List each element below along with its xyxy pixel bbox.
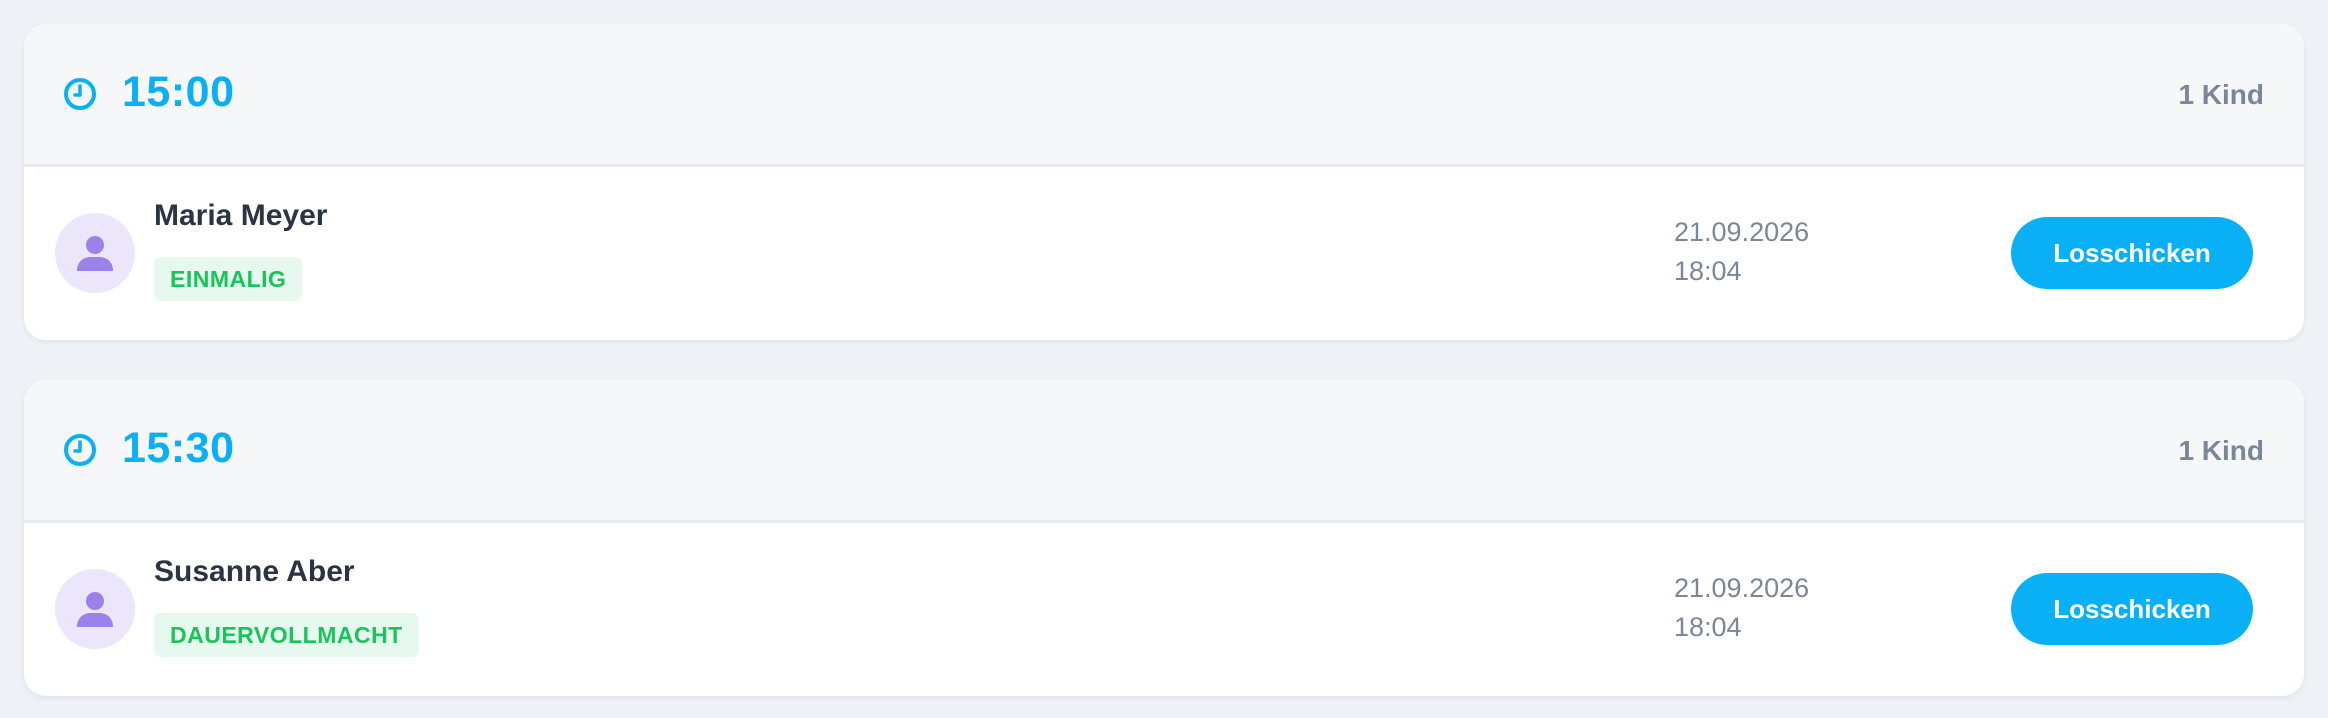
authorization-badge: DAUERVOLLMACHT [154, 613, 419, 657]
clock-icon [64, 434, 96, 466]
child-row: Susanne Aber DAUERVOLLMACHT 21.09.2026 1… [24, 523, 2304, 696]
pickup-schedule: 15:00 1 Kind Maria Meyer EINMALIG 21.09.… [0, 0, 2328, 718]
authorization-badge: EINMALIG [154, 257, 303, 301]
timestamp-time: 18:04 [1674, 256, 1742, 286]
child-name: Maria Meyer [154, 199, 328, 232]
child-name: Susanne Aber [154, 555, 355, 588]
time-slot-card: 15:30 1 Kind Susanne Aber DAUERVOLLMACHT… [24, 380, 2304, 696]
child-row: Maria Meyer EINMALIG 21.09.2026 18:04 Lo… [24, 167, 2304, 340]
timestamp-date: 21.09.2026 [1674, 573, 1810, 603]
clock-icon [64, 78, 96, 110]
timestamp-date: 21.09.2026 [1674, 217, 1810, 247]
time-slot-card: 15:00 1 Kind Maria Meyer EINMALIG 21.09.… [24, 24, 2304, 340]
timestamp-time: 18:04 [1674, 612, 1742, 642]
avatar [55, 569, 135, 649]
slot-time: 15:00 [122, 68, 235, 116]
send-off-button[interactable]: Losschicken [2011, 573, 2253, 645]
avatar [55, 213, 135, 293]
time-slot-header: 15:30 1 Kind [24, 380, 2304, 523]
timestamp: 21.09.2026 18:04 [1674, 569, 1809, 647]
child-count: 1 Kind [2178, 79, 2264, 110]
timestamp: 21.09.2026 18:04 [1674, 213, 1809, 291]
send-off-button[interactable]: Losschicken [2011, 217, 2253, 289]
user-icon [77, 592, 113, 627]
slot-time: 15:30 [122, 424, 235, 472]
child-count: 1 Kind [2178, 435, 2264, 466]
user-icon [77, 236, 113, 271]
time-slot-header: 15:00 1 Kind [24, 24, 2304, 167]
